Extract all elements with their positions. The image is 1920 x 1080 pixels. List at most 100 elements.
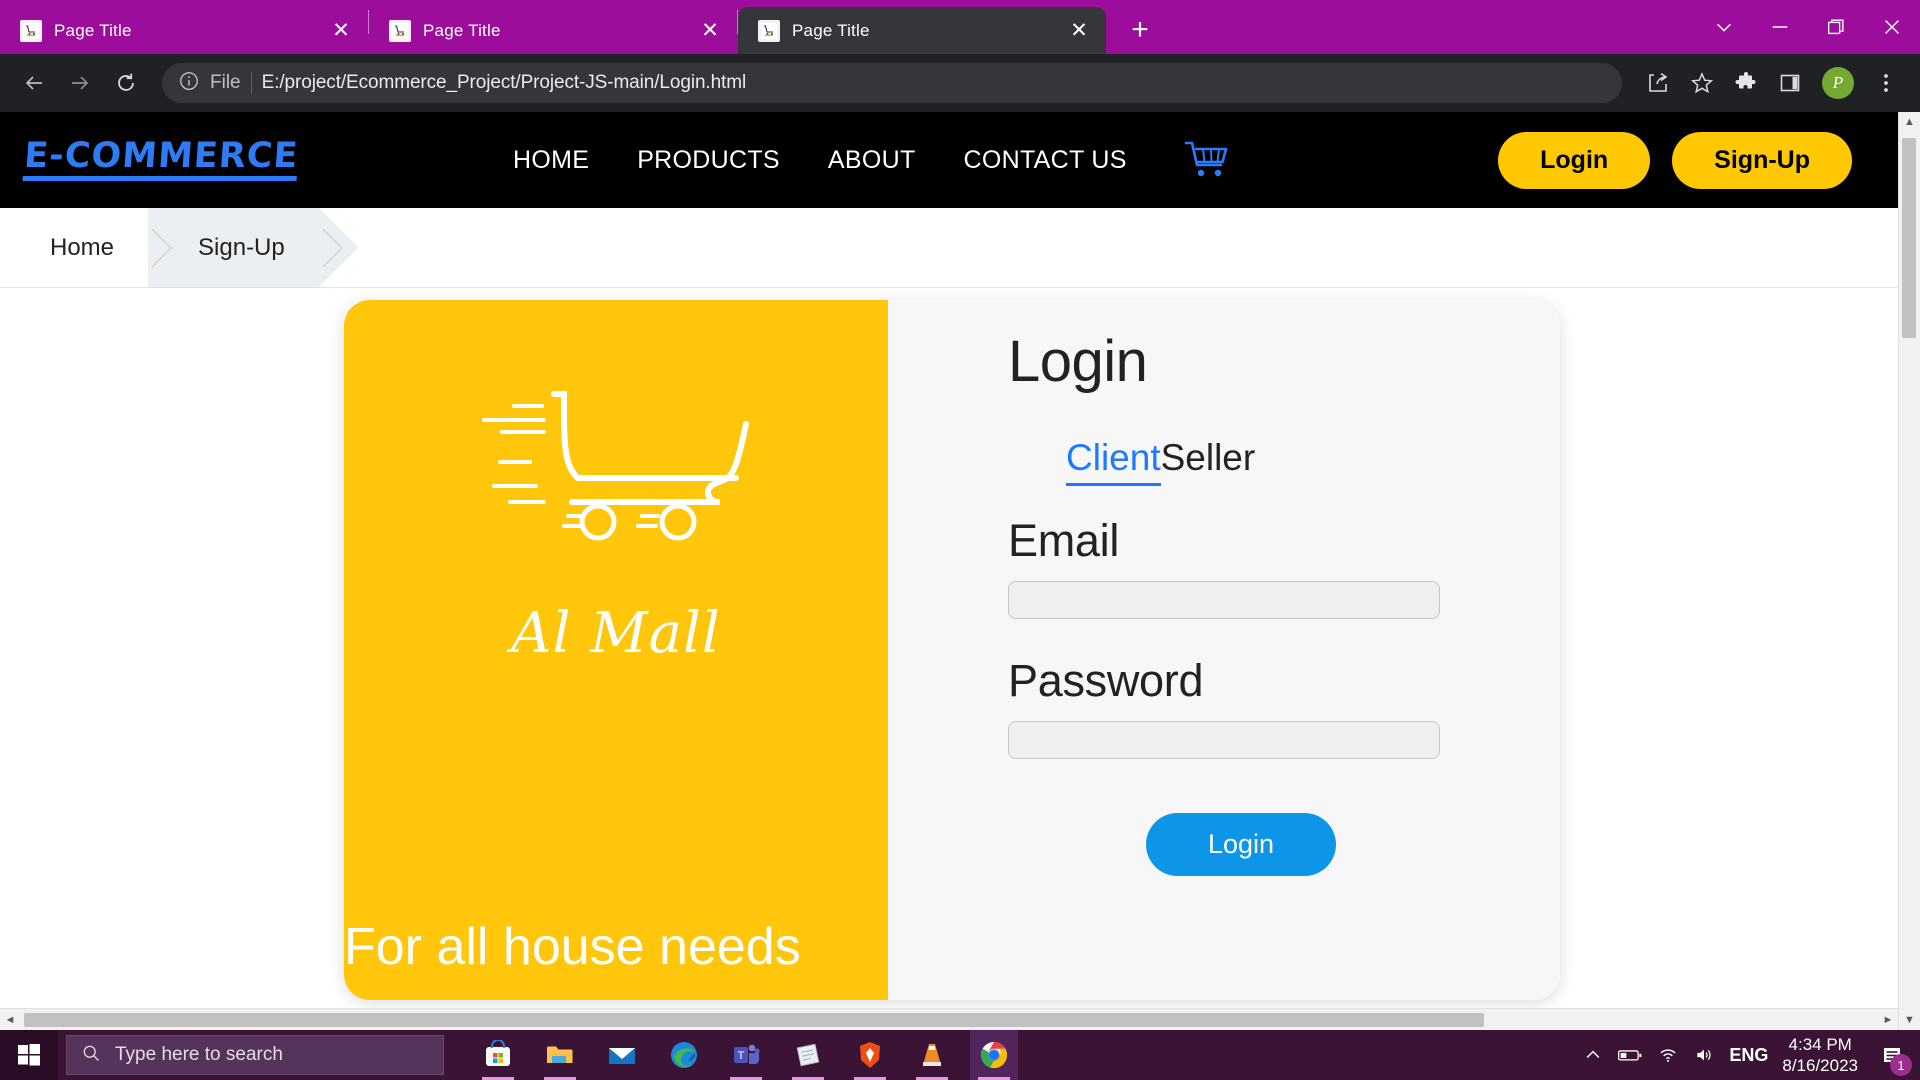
nav-item-home[interactable]: HOME bbox=[513, 146, 589, 175]
taskbar-icon-microsoft-edge[interactable] bbox=[660, 1030, 708, 1080]
vertical-scrollbar[interactable]: ▲ ▼ bbox=[1898, 112, 1920, 1030]
promo-brand-name: Al Mall bbox=[511, 601, 721, 666]
clock[interactable]: 4:34 PM 8/16/2023 bbox=[1782, 1034, 1858, 1077]
clock-date: 8/16/2023 bbox=[1782, 1056, 1858, 1075]
header-login-button[interactable]: Login bbox=[1498, 131, 1651, 189]
volume-icon[interactable] bbox=[1693, 1045, 1715, 1065]
tab-search-icon[interactable] bbox=[1696, 0, 1752, 54]
svg-text:T: T bbox=[738, 1050, 745, 1062]
tab-title: Page Title bbox=[54, 20, 132, 40]
taskbar-icon-brave-browser[interactable] bbox=[846, 1030, 894, 1080]
taskbar-icon-sticky-notes[interactable] bbox=[784, 1030, 832, 1080]
auth-buttons: Login Sign-Up bbox=[1498, 131, 1898, 189]
email-label: Email bbox=[1008, 515, 1120, 566]
windows-taskbar: Type here to search T ENG 4:34 PM 8/16/2… bbox=[0, 1030, 1920, 1080]
back-icon[interactable] bbox=[14, 63, 54, 103]
site-header: E-COMMERCE HOME PRODUCTS ABOUT CONTACT U… bbox=[0, 112, 1898, 208]
site-logo[interactable]: E-COMMERCE bbox=[22, 136, 300, 181]
browser-tab-active[interactable]: Page Title ✕ bbox=[738, 7, 1106, 54]
role-tab-group: ClientSeller bbox=[1008, 437, 1560, 486]
login-card: Al Mall For all house needs Login Client… bbox=[344, 300, 1560, 1000]
share-icon[interactable] bbox=[1638, 63, 1678, 103]
taskbar-icon-microsoft-teams[interactable]: T bbox=[722, 1030, 770, 1080]
password-input[interactable] bbox=[1008, 721, 1440, 759]
breadcrumb-label: Sign-Up bbox=[198, 233, 285, 261]
notification-badge: 1 bbox=[1890, 1054, 1912, 1076]
tab-title: Page Title bbox=[792, 20, 870, 40]
favicon-icon bbox=[389, 19, 411, 42]
tab-close-button[interactable]: ✕ bbox=[697, 18, 723, 44]
window-controls bbox=[1696, 0, 1920, 54]
favicon-icon bbox=[758, 19, 780, 42]
vertical-scroll-thumb[interactable] bbox=[1902, 138, 1916, 338]
scroll-right-arrow[interactable]: ► bbox=[1878, 1014, 1898, 1026]
tab-title: Page Title bbox=[423, 20, 501, 40]
horizontal-scrollbar[interactable]: ◄ ► bbox=[0, 1008, 1898, 1030]
breadcrumb: Home Sign-Up bbox=[0, 208, 1898, 288]
login-form: Login ClientSeller Email Password Login bbox=[888, 300, 1560, 1000]
tab-close-button[interactable]: ✕ bbox=[328, 18, 354, 44]
notification-center-icon[interactable]: 1 bbox=[1872, 1030, 1912, 1080]
nav-item-products[interactable]: PRODUCTS bbox=[637, 146, 780, 175]
header-signup-button[interactable]: Sign-Up bbox=[1672, 131, 1852, 189]
promo-tagline: For all house needs bbox=[344, 917, 801, 976]
system-tray: ENG 4:34 PM 8/16/2023 1 bbox=[1583, 1030, 1920, 1080]
favicon-icon bbox=[20, 19, 42, 42]
login-submit-button[interactable]: Login bbox=[1146, 813, 1337, 876]
tab-close-button[interactable]: ✕ bbox=[1066, 18, 1092, 44]
site-info-icon[interactable] bbox=[178, 70, 200, 97]
scroll-up-arrow[interactable]: ▲ bbox=[1904, 112, 1915, 132]
browser-tab[interactable]: Page Title ✕ bbox=[0, 7, 368, 54]
close-window-button[interactable] bbox=[1864, 0, 1920, 54]
bookmark-star-icon[interactable] bbox=[1682, 63, 1722, 103]
side-panel-icon[interactable] bbox=[1770, 63, 1810, 103]
nav-item-contact-us[interactable]: CONTACT US bbox=[964, 146, 1127, 175]
tab-client[interactable]: Client bbox=[1066, 437, 1161, 486]
tab-seller[interactable]: Seller bbox=[1161, 437, 1256, 478]
horizontal-scroll-thumb[interactable] bbox=[24, 1012, 1484, 1027]
maximize-restore-button[interactable] bbox=[1808, 0, 1864, 54]
wifi-icon[interactable] bbox=[1657, 1045, 1679, 1065]
search-icon bbox=[81, 1043, 101, 1068]
new-tab-button[interactable]: + bbox=[1120, 10, 1160, 50]
taskbar-icon-file-explorer[interactable] bbox=[536, 1030, 584, 1080]
web-page: E-COMMERCE HOME PRODUCTS ABOUT CONTACT U… bbox=[0, 112, 1898, 1030]
nav-item-about[interactable]: ABOUT bbox=[828, 146, 916, 175]
email-input[interactable] bbox=[1008, 581, 1440, 619]
browser-toolbar: File E:/project/Ecommerce_Project/Projec… bbox=[0, 54, 1920, 112]
scroll-down-arrow[interactable]: ▼ bbox=[1904, 1010, 1915, 1030]
battery-icon[interactable] bbox=[1617, 1045, 1643, 1065]
taskbar-apps: T bbox=[474, 1030, 1018, 1080]
forward-icon[interactable] bbox=[60, 63, 100, 103]
page-viewport: E-COMMERCE HOME PRODUCTS ABOUT CONTACT U… bbox=[0, 112, 1920, 1030]
address-bar[interactable]: File E:/project/Ecommerce_Project/Projec… bbox=[162, 63, 1622, 103]
start-button[interactable] bbox=[0, 1030, 58, 1080]
taskbar-search[interactable]: Type here to search bbox=[66, 1035, 444, 1075]
clock-time: 4:34 PM bbox=[1788, 1034, 1852, 1054]
password-label: Password bbox=[1008, 655, 1204, 706]
toolbar-actions: P bbox=[1638, 63, 1906, 103]
login-heading: Login bbox=[1008, 329, 1148, 394]
promo-panel: Al Mall For all house needs bbox=[344, 300, 888, 1000]
breadcrumb-item-home[interactable]: Home bbox=[0, 208, 149, 287]
minimize-button[interactable] bbox=[1752, 0, 1808, 54]
show-hidden-icons-chevron[interactable] bbox=[1583, 1045, 1603, 1065]
profile-avatar[interactable]: P bbox=[1822, 67, 1854, 99]
reload-icon[interactable] bbox=[106, 63, 146, 103]
extensions-puzzle-icon[interactable] bbox=[1726, 63, 1766, 103]
taskbar-icon-google-chrome[interactable] bbox=[970, 1030, 1018, 1080]
browser-tab[interactable]: Page Title ✕ bbox=[369, 7, 737, 54]
shopping-cart-icon[interactable] bbox=[1183, 139, 1229, 181]
taskbar-icon-vlc-media-player[interactable] bbox=[908, 1030, 956, 1080]
browser-window: Page Title ✕ Page Title ✕ Page Title ✕ +… bbox=[0, 0, 1920, 1030]
breadcrumb-item-signup[interactable]: Sign-Up bbox=[148, 208, 319, 287]
keyboard-language-indicator[interactable]: ENG bbox=[1729, 1045, 1768, 1066]
taskbar-icon-microsoft-store[interactable] bbox=[474, 1030, 522, 1080]
tab-strip: Page Title ✕ Page Title ✕ Page Title ✕ + bbox=[0, 0, 1920, 54]
scroll-left-arrow[interactable]: ◄ bbox=[0, 1014, 20, 1026]
url-text[interactable]: E:/project/Ecommerce_Project/Project-JS-… bbox=[262, 72, 746, 94]
omnibox-divider bbox=[250, 72, 252, 94]
taskbar-icon-mail[interactable] bbox=[598, 1030, 646, 1080]
browser-menu-icon[interactable] bbox=[1866, 63, 1906, 103]
shopping-cart-illustration bbox=[446, 384, 786, 599]
